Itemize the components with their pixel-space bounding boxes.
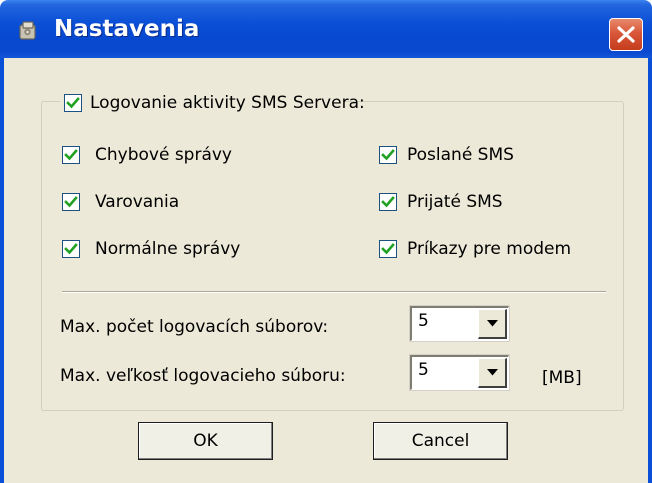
- logging-enabled-label: Logovanie aktivity SMS Servera:: [90, 93, 365, 113]
- max-files-value: 5: [418, 311, 429, 331]
- separator: [62, 291, 606, 293]
- settings-dialog: Nastavenia Logovanie aktivity SMS Server…: [0, 0, 652, 483]
- dialog-body: Logovanie aktivity SMS Servera: Chybové …: [4, 58, 648, 483]
- checkmark-icon: [381, 243, 395, 255]
- error-messages-label: Chybové správy: [95, 145, 232, 165]
- title-bar[interactable]: Nastavenia: [0, 0, 652, 58]
- received-sms-checkbox[interactable]: [379, 193, 397, 211]
- received-sms-label: Prijaté SMS: [407, 192, 503, 212]
- window-frame-right: [648, 58, 652, 483]
- error-messages-checkbox[interactable]: [62, 146, 80, 164]
- checkmark-icon: [381, 196, 395, 208]
- checkmark-icon: [64, 149, 78, 161]
- logging-enabled-checkbox[interactable]: [64, 94, 82, 112]
- checkmark-icon: [64, 243, 78, 255]
- max-size-unit: [MB]: [542, 368, 582, 388]
- close-icon: [617, 26, 635, 43]
- max-size-label: Max. veľkosť logovacieho súboru:: [60, 366, 346, 386]
- checkmark-icon: [66, 97, 80, 109]
- modem-commands-label: Príkazy pre modem: [407, 239, 572, 259]
- modem-commands-checkbox[interactable]: [379, 240, 397, 258]
- checkmark-icon: [381, 149, 395, 161]
- checkmark-icon: [64, 196, 78, 208]
- max-files-dropdown-button[interactable]: [478, 309, 507, 339]
- settings-app-icon: [16, 19, 40, 43]
- sent-sms-label: Poslané SMS: [407, 145, 514, 165]
- logging-group-header[interactable]: Logovanie aktivity SMS Servera:: [60, 91, 365, 115]
- warnings-label: Varovania: [95, 192, 180, 212]
- max-size-select[interactable]: 5: [410, 355, 509, 390]
- max-size-dropdown-button[interactable]: [478, 358, 507, 388]
- cancel-button[interactable]: Cancel: [373, 422, 508, 460]
- chevron-down-icon: [487, 369, 498, 376]
- max-files-select[interactable]: 5: [410, 306, 509, 341]
- normal-messages-label: Normálne správy: [95, 239, 241, 259]
- window-title: Nastavenia: [54, 16, 200, 42]
- normal-messages-checkbox[interactable]: [62, 240, 80, 258]
- max-files-label: Max. počet logovacích súborov:: [60, 317, 329, 337]
- warnings-checkbox[interactable]: [62, 193, 80, 211]
- sent-sms-checkbox[interactable]: [379, 146, 397, 164]
- close-button[interactable]: [609, 18, 643, 51]
- ok-button[interactable]: OK: [138, 422, 273, 460]
- chevron-down-icon: [487, 320, 498, 327]
- max-size-value: 5: [418, 360, 429, 380]
